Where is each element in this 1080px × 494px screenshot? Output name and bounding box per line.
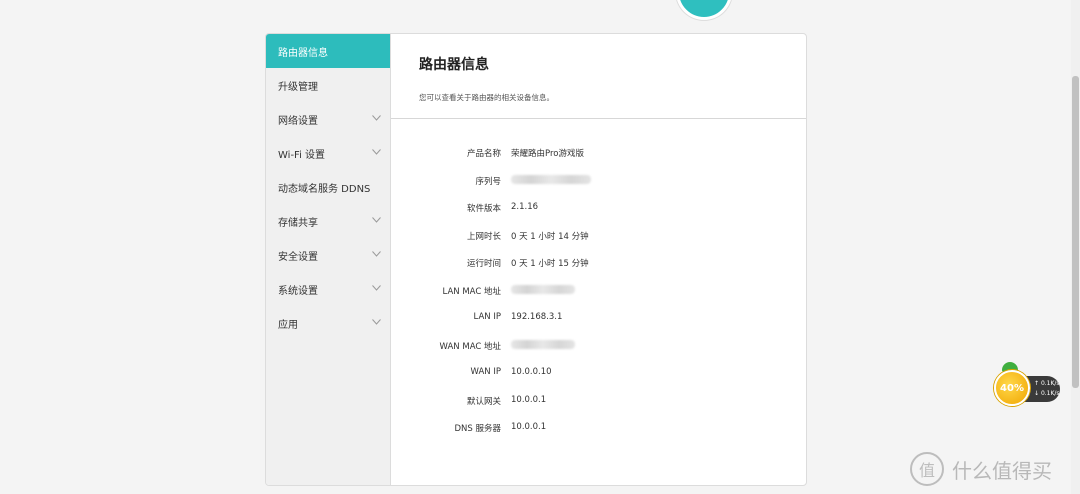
info-row: 序列号 xyxy=(391,166,806,194)
sidebar-item-label: 动态域名服务 DDNS xyxy=(278,183,371,195)
top-logo-circle xyxy=(676,0,732,20)
info-row: 软件版本 2.1.16 xyxy=(391,193,806,221)
info-row: 默认网关 10.0.0.1 xyxy=(391,386,806,414)
info-key: 序列号 xyxy=(475,176,501,187)
info-value: 荣耀路由Pro游戏版 xyxy=(511,149,584,159)
usage-medal: 40% xyxy=(994,370,1030,406)
scrollbar-thumb[interactable] xyxy=(1072,76,1079,388)
info-row: LAN MAC 地址 xyxy=(391,276,806,304)
info-key: 运行时间 xyxy=(466,259,501,269)
info-key: WAN IP xyxy=(470,367,501,377)
info-key: 产品名称 xyxy=(466,149,501,159)
watermark-logo-icon: 值 xyxy=(910,452,944,486)
sidebar-item-label: 安全设置 xyxy=(278,251,318,263)
sidebar-item-label: 系统设置 xyxy=(278,285,318,297)
speed-widget[interactable]: ↑ 0.1K/s ↓ 0.1K/s 40% xyxy=(994,362,1062,406)
info-row: 产品名称 荣耀路由Pro游戏版 xyxy=(391,138,806,166)
info-row: DNS 服务器 10.0.0.1 xyxy=(391,413,806,441)
main-panel: 路由器信息 您可以查看关于路由器的相关设备信息。 产品名称 荣耀路由Pro游戏版序… xyxy=(391,34,806,485)
info-value: 0 天 1 小时 15 分钟 xyxy=(511,259,589,269)
divider xyxy=(391,118,806,119)
page-scrollbar[interactable] xyxy=(1071,0,1080,494)
sidebar-item-label: 路由器信息 xyxy=(278,47,328,59)
chevron-down-icon xyxy=(372,217,381,225)
redaction-blur xyxy=(511,339,575,349)
info-value: 10.0.0.1 xyxy=(511,422,547,432)
chevron-down-icon xyxy=(372,115,381,123)
sidebar-item-label: 应用 xyxy=(278,319,298,331)
sidebar-item[interactable]: 应用 xyxy=(266,306,390,340)
sidebar-item-label: 升级管理 xyxy=(278,81,318,93)
info-key: LAN MAC 地址 xyxy=(442,286,501,297)
page-title: 路由器信息 xyxy=(419,57,489,73)
redacted-value xyxy=(511,339,575,352)
redaction-blur xyxy=(511,284,575,294)
chevron-down-icon xyxy=(372,285,381,293)
info-value: 0 天 1 小时 14 分钟 xyxy=(511,231,589,242)
chevron-down-icon xyxy=(372,251,381,259)
info-list: 产品名称 荣耀路由Pro游戏版序列号软件版本 2.1.16 上网时长 0 天 1 小时 … xyxy=(391,138,806,441)
sidebar-item-label: Wi-Fi 设置 xyxy=(278,149,326,161)
sidebar-item[interactable]: 存储共享 xyxy=(266,204,390,238)
info-value: 2.1.16 xyxy=(511,202,539,212)
sidebar-item[interactable]: 系统设置 xyxy=(266,272,390,306)
sidebar-item[interactable]: 路由器信息 xyxy=(266,34,390,68)
info-value: 10.0.0.10 xyxy=(511,367,552,377)
info-key: 软件版本 xyxy=(466,204,501,214)
info-row: WAN IP 10.0.0.10 xyxy=(391,358,806,386)
info-key: WAN MAC 地址 xyxy=(439,341,501,352)
info-row: LAN IP 192.168.3.1 xyxy=(391,303,806,331)
sidebar-item[interactable]: 动态域名服务 DDNS xyxy=(266,170,390,204)
info-key: LAN IP xyxy=(473,312,501,322)
sidebar-item[interactable]: 安全设置 xyxy=(266,238,390,272)
info-key: DNS 服务器 xyxy=(454,424,501,434)
info-row: WAN MAC 地址 xyxy=(391,331,806,359)
watermark: 值 什么值得买 xyxy=(910,452,1052,486)
sidebar-item[interactable]: 网络设置 xyxy=(266,102,390,136)
info-row: 运行时间 0 天 1 小时 15 分钟 xyxy=(391,248,806,276)
sidebar-item-label: 网络设置 xyxy=(278,115,318,127)
router-info-card: 路由器信息升级管理网络设置 Wi-Fi 设置动态域名服务 DDNS 存储共享安全设置… xyxy=(265,33,807,486)
download-speed: ↓ 0.1K/s xyxy=(1034,390,1060,397)
page-description: 您可以查看关于路由器的相关设备信息。 xyxy=(419,93,554,102)
info-key: 默认网关 xyxy=(466,396,501,407)
sidebar-item[interactable]: Wi-Fi 设置 xyxy=(266,136,390,170)
sidebar-nav: 路由器信息升级管理网络设置 Wi-Fi 设置动态域名服务 DDNS 存储共享安全设置… xyxy=(266,34,391,485)
sidebar-item[interactable]: 升级管理 xyxy=(266,68,390,102)
chevron-down-icon xyxy=(372,149,381,157)
sidebar-item-label: 存储共享 xyxy=(278,217,318,229)
info-value: 10.0.0.1 xyxy=(511,394,547,405)
redacted-value xyxy=(511,174,591,187)
redaction-blur xyxy=(511,174,591,184)
info-value: 192.168.3.1 xyxy=(511,312,563,322)
redacted-value xyxy=(511,284,575,297)
chevron-down-icon xyxy=(372,319,381,327)
info-row: 上网时长 0 天 1 小时 14 分钟 xyxy=(391,221,806,249)
info-key: 上网时长 xyxy=(466,231,501,242)
upload-speed: ↑ 0.1K/s xyxy=(1034,380,1060,387)
watermark-text: 什么值得买 xyxy=(952,458,1052,483)
